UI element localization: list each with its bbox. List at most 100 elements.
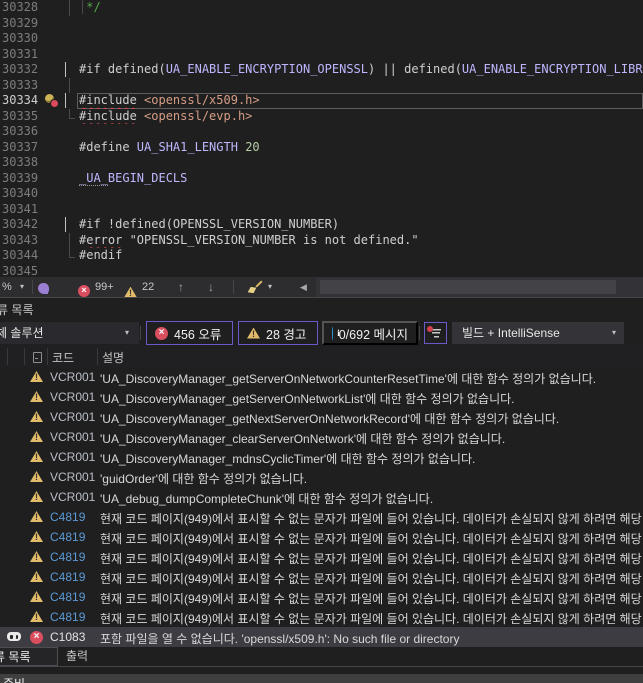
error-list-row[interactable]: VCR001 'UA_DiscoveryManager_mdnsCyclicTim…: [0, 447, 643, 467]
next-issue-button[interactable]: ↓: [208, 277, 214, 297]
error-list-row[interactable]: VCR001 'UA_DiscoveryManager_getServerOnNe…: [0, 387, 643, 407]
code-text[interactable]: [77, 78, 643, 94]
filter-button[interactable]: [424, 322, 447, 344]
code-line[interactable]: 30343 #error "OPENSSL_VERSION_NUMBER is n…: [0, 232, 643, 249]
error-code[interactable]: C4819: [50, 610, 85, 624]
code-text[interactable]: #endif: [77, 248, 643, 264]
code-line[interactable]: 30328 │*/: [0, 0, 643, 16]
messages-toggle-button[interactable]: 0/692 메시지: [322, 321, 418, 345]
fold-chevron-icon[interactable]: [65, 217, 66, 232]
error-code[interactable]: VCR001: [50, 490, 95, 504]
error-list-row[interactable]: VCR001 'UA_DiscoveryManager_clearServerOn…: [0, 427, 643, 447]
error-list-row[interactable]: VCR001 'UA_DiscoveryManager_getServerOnNe…: [0, 367, 643, 387]
code-text[interactable]: #error "OPENSSL_VERSION_NUMBER is not de…: [77, 233, 643, 249]
error-list-row[interactable]: VCR001 'UA_debug_dumpCompleteChunk'에 대한 함…: [0, 487, 643, 507]
error-code[interactable]: C4819: [50, 590, 85, 604]
error-list-row[interactable]: VCR001 'UA_DiscoveryManager_getNextServer…: [0, 407, 643, 427]
errors-toggle-button[interactable]: 456 오류: [146, 321, 233, 345]
error-list-row[interactable]: C4819 현재 코드 페이지(949)에서 표시할 수 없는 문자가 파일에 들…: [0, 607, 643, 627]
error-count-icon[interactable]: [78, 281, 90, 298]
fold-chevron-icon[interactable]: [65, 93, 66, 108]
error-list-row[interactable]: C4819 현재 코드 페이지(949)에서 표시할 수 없는 문자가 파일에 들…: [0, 527, 643, 547]
error-code[interactable]: VCR001: [50, 430, 95, 444]
code-text[interactable]: #include <openssl/evp.h>: [77, 109, 643, 125]
code-text[interactable]: [77, 155, 643, 171]
code-line[interactable]: 30336: [0, 124, 643, 140]
code-text[interactable]: [77, 264, 643, 278]
error-code[interactable]: VCR001: [50, 370, 95, 384]
error-list-row[interactable]: C4819 현재 코드 페이지(949)에서 표시할 수 없는 문자가 파일에 들…: [0, 547, 643, 567]
error-code[interactable]: C4819: [50, 530, 85, 544]
code-line[interactable]: 30331: [0, 47, 643, 63]
code-line[interactable]: 30344 #endif: [0, 248, 643, 264]
zoom-level-dropdown[interactable]: %: [2, 277, 12, 297]
scrollbar-thumb[interactable]: [320, 280, 616, 294]
quick-actions-lightbulb-icon[interactable]: [44, 94, 59, 108]
code-text[interactable]: [77, 16, 643, 32]
code-cleanup-broom-icon[interactable]: [248, 280, 262, 294]
fold-margin: [62, 16, 77, 32]
error-list-row[interactable]: C4819 현재 코드 페이지(949)에서 표시할 수 없는 문자가 파일에 들…: [0, 587, 643, 607]
scope-filter-dropdown[interactable]: 전체 솔루션 ▾: [0, 322, 139, 344]
warning-count-icon[interactable]: [124, 282, 137, 298]
warning-count-badge[interactable]: 22: [142, 277, 154, 297]
column-header-description[interactable]: 설명: [102, 349, 124, 366]
chevron-down-icon[interactable]: ▾: [20, 277, 24, 297]
code-editor[interactable]: 30328 │*/ 30329 30330 30331 30332 #if defined(…: [0, 0, 643, 277]
tab-error-list[interactable]: 오류 목록: [0, 647, 58, 666]
error-list-row[interactable]: VCR001 'guidOrder'에 대한 함수 정의가 없습니다.: [0, 467, 643, 487]
error-code[interactable]: VCR001: [50, 450, 95, 464]
fold-margin: [62, 248, 77, 264]
code-line[interactable]: 30333: [0, 77, 643, 94]
code-text[interactable]: [77, 31, 643, 47]
prev-issue-button[interactable]: ↑: [178, 277, 184, 297]
code-line[interactable]: 30340: [0, 186, 643, 202]
chevron-down-icon[interactable]: ▾: [268, 277, 272, 297]
code-text[interactable]: #if defined(UA_ENABLE_ENCRYPTION_OPENSSL…: [77, 62, 643, 78]
code-text[interactable]: │*/: [77, 0, 643, 16]
error-code[interactable]: C4819: [50, 570, 85, 584]
errors-toggle-label: 456 오류: [174, 327, 222, 342]
code-line[interactable]: 30345: [0, 264, 643, 278]
horizontal-scrollbar[interactable]: [316, 277, 643, 297]
line-number: 30333: [2, 77, 39, 92]
error-code[interactable]: C4819: [50, 510, 85, 524]
tab-output[interactable]: 출력: [66, 647, 88, 666]
error-count-badge[interactable]: 99+: [95, 277, 114, 297]
code-line[interactable]: 30337 #define UA_SHA1_LENGTH 20: [0, 140, 643, 156]
fold-chevron-icon[interactable]: [65, 62, 66, 77]
document-health-icon[interactable]: [38, 281, 49, 294]
code-line[interactable]: 30338: [0, 155, 643, 171]
error-code[interactable]: C4819: [50, 550, 85, 564]
code-line[interactable]: 30330: [0, 31, 643, 47]
editor-glyph-margin: [40, 171, 62, 187]
scroll-left-button[interactable]: ◀: [300, 277, 307, 297]
error-list-row[interactable]: C4819 현재 코드 페이지(949)에서 표시할 수 없는 문자가 파일에 들…: [0, 507, 643, 527]
code-text[interactable]: #define UA_SHA1_LENGTH 20: [77, 140, 643, 156]
code-line[interactable]: 30329: [0, 16, 643, 32]
error-code[interactable]: VCR001: [50, 470, 95, 484]
code-text[interactable]: [77, 202, 643, 218]
code-line[interactable]: 30339 _UA_BEGIN_DECLS: [0, 170, 643, 187]
code-text[interactable]: [77, 47, 643, 63]
code-line[interactable]: 30332 #if defined(UA_ENABLE_ENCRYPTION_OP…: [0, 62, 643, 78]
error-list-row[interactable]: C1083 포함 파일을 열 수 없습니다. 'openssl/x509.h': …: [0, 627, 643, 647]
warnings-toggle-button[interactable]: 28 경고: [238, 321, 318, 345]
column-header-code[interactable]: 코드: [52, 349, 74, 366]
code-line[interactable]: 30334 #include <openssl/x509.h>: [0, 93, 643, 109]
code-text[interactable]: [77, 124, 643, 140]
severity-column-icon[interactable]: [33, 352, 42, 363]
code-text[interactable]: #include <openssl/x509.h>: [77, 93, 643, 109]
error-code[interactable]: C1083: [50, 630, 85, 644]
error-code[interactable]: VCR001: [50, 410, 95, 424]
error-list-row[interactable]: C4819 현재 코드 페이지(949)에서 표시할 수 없는 문자가 파일에 들…: [0, 567, 643, 587]
code-text[interactable]: _UA_BEGIN_DECLS: [77, 170, 643, 187]
source-filter-dropdown[interactable]: 빌드 + IntelliSense ▾: [452, 322, 624, 344]
code-text[interactable]: [77, 186, 643, 202]
error-code[interactable]: VCR001: [50, 390, 95, 404]
code-line[interactable]: 30341: [0, 202, 643, 218]
code-text[interactable]: #if !defined(OPENSSL_VERSION_NUMBER): [77, 217, 643, 233]
code-line[interactable]: 30342 #if !defined(OPENSSL_VERSION_NUMBER…: [0, 217, 643, 233]
code-line[interactable]: 30335 #include <openssl/evp.h>: [0, 108, 643, 125]
fold-margin: [62, 124, 77, 140]
